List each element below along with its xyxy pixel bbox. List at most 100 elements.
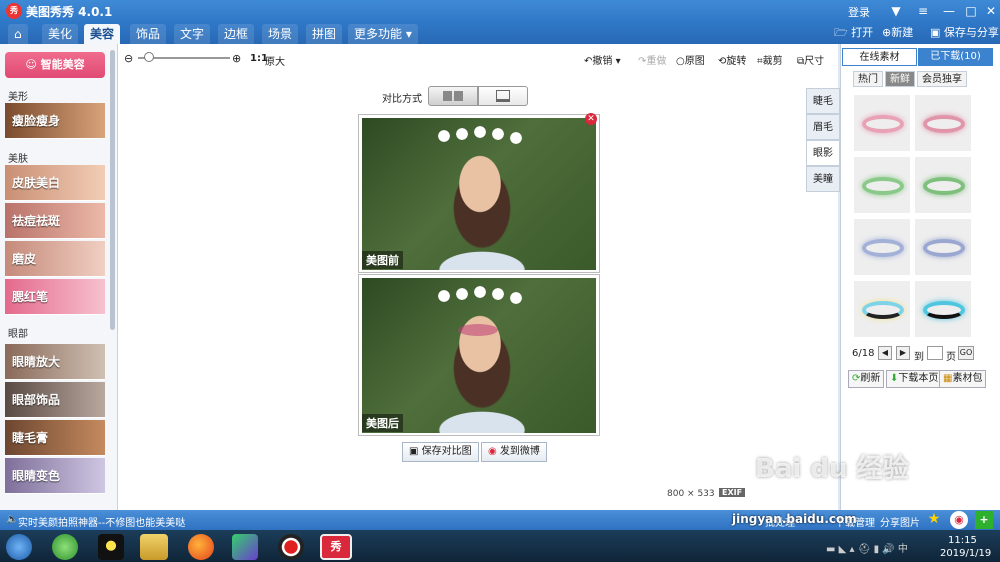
menu-eye-enlarge[interactable]: 眼睛放大 (5, 344, 105, 380)
exif-badge[interactable]: EXIF (719, 488, 746, 497)
minimize-button[interactable]: — (938, 1, 960, 21)
material-item[interactable] (914, 156, 972, 214)
material-item[interactable] (853, 218, 911, 276)
menu-mascara[interactable]: 睫毛膏 (5, 420, 105, 456)
original-icon: ○ (676, 56, 685, 67)
menu-smooth-skin[interactable]: 磨皮 (5, 241, 105, 277)
section-eyes: 眼部 (8, 329, 28, 340)
taskbar-firefox-icon[interactable] (188, 534, 214, 560)
weibo-status-icon[interactable]: ◉ (950, 511, 968, 529)
status-ad-text[interactable]: 实时美颜拍照神器--不修图也能美美哒 (18, 514, 185, 529)
tab-border[interactable]: 边框 (218, 24, 255, 44)
resize-button[interactable]: ⧉尺寸 (797, 52, 824, 67)
tab-eyeshadow[interactable]: 眼影 (806, 140, 840, 166)
material-pack-button[interactable]: ▦素材包 (939, 370, 987, 388)
window-title: 美图秀秀 4.0.1 (26, 5, 113, 19)
original-size-button[interactable]: 原大 (265, 53, 285, 68)
floppy-icon: ▣ (409, 446, 419, 457)
save-share-button[interactable]: ▣ 保存与分享 (930, 25, 999, 41)
star-icon[interactable]: ★ (925, 511, 943, 529)
clock-time[interactable]: 11:15 (948, 535, 977, 546)
menu-blush[interactable]: 腮红笔 (5, 279, 105, 315)
menu-icon[interactable]: ≡ (912, 1, 934, 21)
post-weibo-button[interactable]: ◉ 发到微博 (481, 442, 547, 462)
zoom-out-icon[interactable]: ⊖ (124, 52, 133, 65)
login-link[interactable]: 登录 (848, 4, 870, 20)
taskbar-360-icon[interactable] (52, 534, 78, 560)
tab-online-material[interactable]: 在线素材 (842, 48, 917, 66)
close-compare-icon[interactable]: ✕ (585, 113, 597, 125)
menu-acne[interactable]: 祛痘祛斑 (5, 203, 105, 239)
menu-slim-face[interactable]: 瘦脸瘦身 (5, 103, 105, 139)
left-scrollbar[interactable] (110, 50, 115, 330)
material-item[interactable] (853, 280, 911, 338)
home-icon[interactable]: ⌂ (8, 24, 28, 44)
close-button[interactable]: ✕ (980, 1, 1000, 21)
weibo-icon: ◉ (488, 446, 497, 457)
zoom-slider-handle[interactable] (144, 52, 154, 62)
material-item[interactable] (914, 218, 972, 276)
skin-icon[interactable]: ▼ (885, 1, 907, 21)
open-button[interactable]: 🗁 打开 (834, 25, 873, 41)
tab-eyebrow[interactable]: 眉毛 (806, 114, 840, 140)
subtab-hot[interactable]: 热门 (853, 71, 883, 87)
rotate-button[interactable]: ⟲旋转 (718, 52, 746, 67)
smart-beauty-button[interactable]: ☺ 智能美容 (5, 52, 105, 78)
prev-page-button[interactable]: ◀ (878, 346, 892, 360)
material-item[interactable] (853, 156, 911, 214)
tab-eyelash[interactable]: 睫毛 (806, 88, 840, 114)
redo-button[interactable]: ↷重做 (638, 52, 666, 67)
start-button[interactable] (6, 534, 32, 560)
tab-beauty[interactable]: 美容 (84, 24, 121, 44)
tray-icons[interactable]: ▬ ◣ ▴ ⛑ ▮ 🔊 中 (826, 540, 908, 555)
material-pack-label: 素材包 (952, 373, 983, 384)
page-indicator: 6/18 (852, 348, 875, 359)
menu-skin-whiten[interactable]: 皮肤美白 (5, 165, 105, 201)
material-item[interactable] (914, 94, 972, 152)
save-compare-button[interactable]: ▣ 保存对比图 (402, 442, 479, 462)
taskbar-meitu-icon[interactable]: 秀 (320, 534, 352, 560)
clock-date[interactable]: 2019/1/19 (940, 548, 991, 559)
plus-status-icon[interactable]: + (975, 511, 993, 529)
compare-mode-label: 对比方式 (382, 94, 422, 105)
tab-beautify[interactable]: 美化 (42, 24, 79, 44)
taskbar-player-icon[interactable] (232, 534, 258, 560)
tab-downloaded[interactable]: 已下载(10) (918, 48, 993, 66)
resize-label: 尺寸 (804, 56, 825, 67)
new-label: 新建 (891, 26, 914, 39)
tab-contacts[interactable]: 美瞳 (806, 166, 840, 192)
tab-accessories[interactable]: 饰品 (130, 24, 167, 44)
maximize-button[interactable]: □ (960, 1, 982, 21)
material-item[interactable] (914, 280, 972, 338)
compare-top-bottom-button[interactable] (478, 86, 528, 106)
after-label: 美图后 (362, 414, 403, 432)
open-label: 打开 (851, 26, 874, 39)
crop-button[interactable]: ⌗裁剪 (757, 52, 783, 67)
go-button[interactable]: GO (958, 346, 974, 360)
taskbar-record-icon[interactable] (278, 534, 304, 560)
subtab-new[interactable]: 新鲜 (885, 71, 915, 87)
tab-scene[interactable]: 场景 (262, 24, 299, 44)
menu-eye-deco[interactable]: 眼部饰品 (5, 382, 105, 418)
original-button[interactable]: ○原图 (676, 52, 705, 67)
download-page-label: 下载本页 (898, 373, 939, 384)
tab-collage[interactable]: 拼图 (306, 24, 343, 44)
tab-more[interactable]: 更多功能 ▾ (348, 24, 418, 44)
refresh-button[interactable]: ⟳刷新 (848, 370, 885, 388)
save-label: 保存与分享 (943, 26, 999, 39)
share-image-link[interactable]: 分享图片 (880, 514, 920, 529)
undo-label: 撤销 (592, 56, 613, 67)
page-input[interactable] (927, 346, 943, 360)
taskbar-explorer-icon[interactable] (140, 534, 168, 560)
material-item[interactable] (853, 94, 911, 152)
zoom-in-icon[interactable]: ⊕ (232, 52, 241, 65)
next-page-button[interactable]: ▶ (896, 346, 910, 360)
taskbar-qq-icon[interactable] (98, 534, 124, 560)
menu-eye-color[interactable]: 眼睛变色 (5, 458, 105, 494)
undo-button[interactable]: ↶撤销 ▾ (584, 52, 621, 67)
subtab-vip[interactable]: 会员独享 (917, 71, 967, 87)
new-button[interactable]: ⊕新建 (882, 25, 913, 41)
compare-side-by-side-button[interactable] (428, 86, 478, 106)
download-page-button[interactable]: ⬇下载本页 (886, 370, 943, 388)
tab-text[interactable]: 文字 (174, 24, 211, 44)
